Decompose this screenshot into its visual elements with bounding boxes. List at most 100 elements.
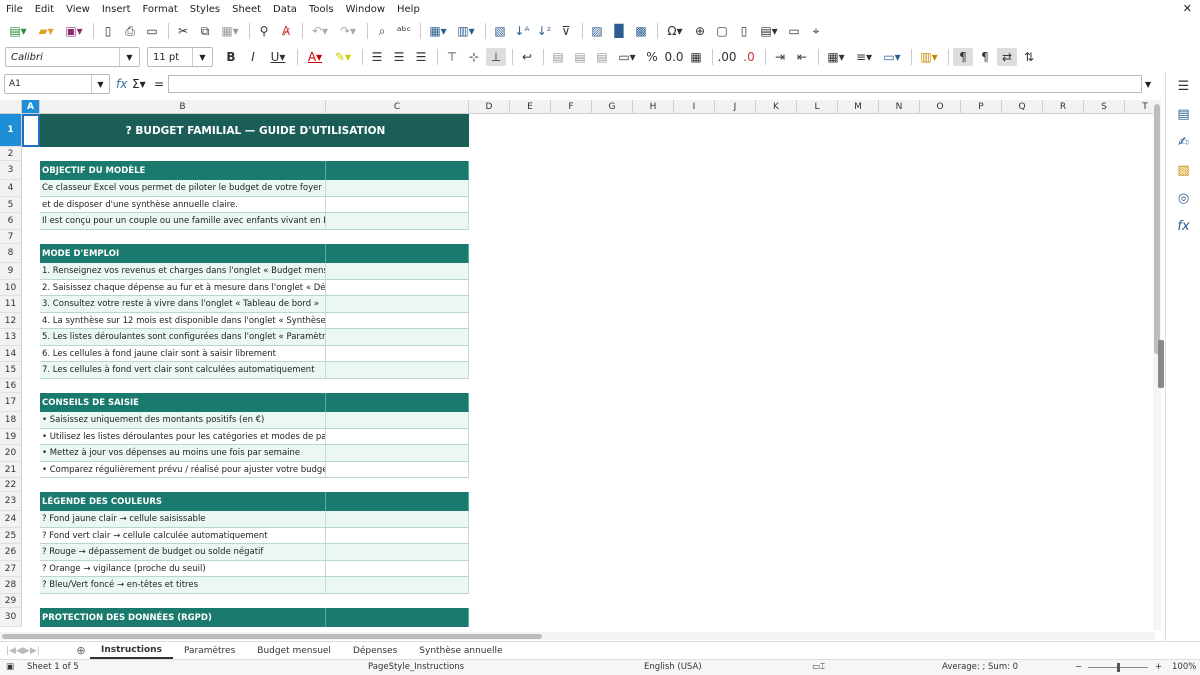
row-header[interactable]: 14 xyxy=(0,346,22,362)
freeze-rows-icon[interactable]: ▭ xyxy=(784,22,804,40)
content-cell[interactable]: ? Rouge → dépassement de budget ou solde… xyxy=(40,544,326,561)
content-cell[interactable]: 7. Les cellules à fond vert clair sont c… xyxy=(40,362,326,379)
column-header[interactable]: I xyxy=(674,100,715,114)
title-cell[interactable]: ? BUDGET FAMILIAL — GUIDE D'UTILISATION xyxy=(40,114,469,147)
sheet-tab[interactable]: Budget mensuel xyxy=(246,643,342,659)
increase-indent-icon[interactable]: ⇥ xyxy=(770,48,790,66)
page-style[interactable]: PageStyle_Instructions xyxy=(368,662,464,672)
menu-help[interactable]: Help xyxy=(397,4,420,15)
gallery-icon[interactable]: ▧ xyxy=(1166,156,1200,184)
insert-image-icon[interactable]: ▨ xyxy=(587,22,607,40)
empty-cell[interactable] xyxy=(326,329,469,346)
content-cell[interactable]: 2. Saisissez chaque dépense au fur et à … xyxy=(40,280,326,296)
empty-cell[interactable] xyxy=(326,511,469,528)
font-size-box[interactable]: 11 pt ▼ xyxy=(147,47,213,67)
row-header[interactable]: 7 xyxy=(0,230,22,244)
menu-format[interactable]: Format xyxy=(143,4,178,15)
copy-icon[interactable]: ⧉ xyxy=(195,22,215,40)
content-cell[interactable]: 6. Les cellules à fond jaune clair sont … xyxy=(40,346,326,362)
column-header[interactable]: G xyxy=(592,100,633,114)
column-icon[interactable]: ▥▾ xyxy=(453,22,479,40)
zoom-slider-knob[interactable] xyxy=(1117,663,1120,672)
empty-cell[interactable] xyxy=(326,244,469,263)
formula-icon[interactable]: = xyxy=(154,77,166,91)
sort-descending-icon[interactable]: ↓ᶻ xyxy=(534,22,554,40)
empty-cell[interactable] xyxy=(326,313,469,329)
prev-sheet-icon[interactable]: ◀ xyxy=(16,646,23,656)
empty-cell[interactable] xyxy=(326,544,469,561)
content-cell[interactable]: • Mettez à jour vos dépenses au moins un… xyxy=(40,445,326,462)
unmerge-cells-icon[interactable]: ▤ xyxy=(592,48,612,66)
section-header[interactable]: LÉGENDE DES COULEURS xyxy=(40,492,326,511)
menu-file[interactable]: File xyxy=(6,4,23,15)
select-all-corner[interactable] xyxy=(0,100,22,114)
last-sheet-icon[interactable]: ▶| xyxy=(30,646,40,656)
column-header[interactable]: S xyxy=(1084,100,1125,114)
spreadsheet-grid[interactable]: A B C D E F G H I J K L M N O P Q R S T 1 2 3 4 5 6 7 8 9 10 11 12 13 14 1… xyxy=(0,100,1155,630)
language[interactable]: English (USA) xyxy=(644,662,702,672)
spelling-icon[interactable]: ᵃᵇᶜ xyxy=(394,22,414,40)
border-style-icon[interactable]: ≡▾ xyxy=(851,48,877,66)
left-to-right-icon[interactable]: ¶ xyxy=(953,48,973,66)
column-header[interactable]: Q xyxy=(1002,100,1043,114)
menu-view[interactable]: View xyxy=(66,4,90,15)
export-pdf-icon[interactable]: ▯ xyxy=(98,22,118,40)
horizontal-scrollbar[interactable] xyxy=(0,632,1155,640)
comment-icon[interactable]: ▢ xyxy=(712,22,732,40)
empty-cell[interactable] xyxy=(326,362,469,379)
align-left-icon[interactable]: ☰ xyxy=(367,48,387,66)
row-header[interactable]: 5 xyxy=(0,197,22,213)
navigator-icon[interactable]: ◎ xyxy=(1166,184,1200,212)
empty-cell[interactable] xyxy=(326,462,469,478)
zoom-level[interactable]: 100% xyxy=(1172,662,1196,672)
row-header[interactable]: 20 xyxy=(0,445,22,462)
empty-cell[interactable] xyxy=(326,161,469,180)
borders-icon[interactable]: ▦▾ xyxy=(823,48,849,66)
content-cell[interactable]: 5. Les listes déroulantes sont configuré… xyxy=(40,329,326,346)
empty-cell[interactable] xyxy=(326,213,469,230)
selection-mode-icon[interactable]: ▭⌶ xyxy=(812,662,825,672)
sidebar-resize-handle[interactable] xyxy=(1158,340,1164,388)
content-cell[interactable]: 4. La synthèse sur 12 mois est disponibl… xyxy=(40,313,326,329)
column-header[interactable]: K xyxy=(756,100,797,114)
row-header[interactable]: 17 xyxy=(0,393,22,412)
content-cell[interactable]: • Comparez régulièrement prévu / réalisé… xyxy=(40,462,326,478)
align-center-icon[interactable]: ☰ xyxy=(389,48,409,66)
row-header[interactable]: 29 xyxy=(0,594,22,608)
row-header[interactable]: 8 xyxy=(0,244,22,263)
column-header[interactable]: F xyxy=(551,100,592,114)
highlight-color-icon[interactable]: ✎▾ xyxy=(330,48,356,66)
row-header[interactable]: 26 xyxy=(0,544,22,561)
column-header[interactable]: R xyxy=(1043,100,1084,114)
empty-cell[interactable] xyxy=(326,197,469,213)
content-cell[interactable]: Il est conçu pour un couple ou une famil… xyxy=(40,213,326,230)
italic-icon[interactable]: I xyxy=(243,48,263,66)
currency-format-icon[interactable]: ▭▾ xyxy=(614,48,640,66)
print-preview-icon[interactable]: ▭ xyxy=(142,22,162,40)
column-header[interactable]: M xyxy=(838,100,879,114)
empty-cell[interactable] xyxy=(326,445,469,462)
content-cell[interactable]: ? Fond vert clair → cellule calculée aut… xyxy=(40,528,326,544)
column-header[interactable]: C xyxy=(326,100,469,114)
hyperlink-icon[interactable]: ⊕ xyxy=(690,22,710,40)
empty-cell[interactable] xyxy=(326,280,469,296)
paste-icon[interactable]: ▦▾ xyxy=(217,22,243,40)
chevron-down-icon[interactable]: ▼ xyxy=(119,48,139,66)
align-right-icon[interactable]: ☰ xyxy=(411,48,431,66)
text-direction-horizontal-icon[interactable]: ⇄ xyxy=(997,48,1017,66)
clone-formatting-icon[interactable]: ⚲ xyxy=(254,22,274,40)
sheet-tab[interactable]: Paramètres xyxy=(173,643,246,659)
content-cell[interactable]: ? Orange → vigilance (proche du seuil) xyxy=(40,561,326,577)
clear-formatting-icon[interactable]: A̷ xyxy=(276,22,296,40)
zoom-out-icon[interactable]: − xyxy=(1075,662,1082,672)
empty-cell[interactable] xyxy=(326,346,469,362)
menu-sheet[interactable]: Sheet xyxy=(232,4,261,15)
autofilter-icon[interactable]: ⊽ xyxy=(556,22,576,40)
column-header[interactable]: A xyxy=(22,100,40,114)
zoom-in-icon[interactable]: + xyxy=(1155,662,1162,672)
next-sheet-icon[interactable]: ▶ xyxy=(23,646,30,656)
save-icon[interactable]: ▣▾ xyxy=(61,22,87,40)
add-sheet-icon[interactable]: ⊕ xyxy=(72,644,90,657)
row-header[interactable]: 6 xyxy=(0,213,22,230)
sheet-tab[interactable]: Instructions xyxy=(90,643,173,659)
